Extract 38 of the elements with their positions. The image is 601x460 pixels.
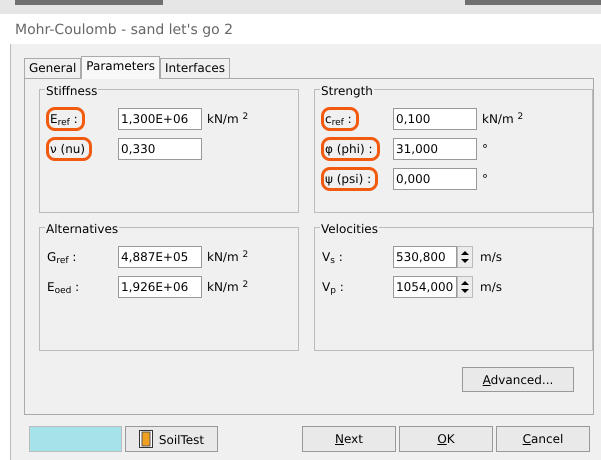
field-label: V$_{p}$ : [321,279,345,296]
input-field[interactable]: 0,330 [118,138,202,160]
unit-label: ° [482,141,488,158]
input-field[interactable]: 1,300E+06 [118,108,202,130]
spin-buttons[interactable] [457,246,473,268]
input-field[interactable]: 0,100 [393,108,477,130]
soiltest-button[interactable]: SoilTest [125,426,218,452]
cancel-button[interactable]: Cancel [496,426,590,452]
spin-buttons[interactable] [457,276,473,298]
field-label: E$_{oed}$ : [46,279,80,296]
field-label: V$_{s}$ : [321,249,344,266]
field-label: c$_{ref}$ : [321,107,359,131]
unit-label: kN/m $^{2}$ [482,110,524,128]
field-label: ψ (psi) : [321,167,378,191]
unit-label: m/s [480,249,502,266]
advanced-button[interactable]: Advanced... [462,367,574,392]
tab[interactable]: Interfaces [160,58,230,78]
next-button[interactable]: Next [302,426,396,452]
field-label: G$_{ref}$ : [46,249,78,266]
tab[interactable]: Parameters [81,56,160,79]
unit-label: ° [482,171,488,188]
input-field[interactable]: 0,000 [393,168,477,190]
unit-label: kN/m $^{2}$ [207,110,248,128]
input-field[interactable]: 1,926E+06 [118,276,202,298]
input-field[interactable]: 31,000 [393,138,477,160]
tab[interactable]: General [24,58,82,78]
color-swatch[interactable] [29,426,122,452]
unit-label: m/s [480,279,502,296]
cylinder-icon [138,430,153,448]
field-label: φ (phi) : [321,137,380,161]
input-field[interactable]: 530,800 [393,246,457,268]
input-field[interactable]: 4,887E+05 [118,246,202,268]
ok-button[interactable]: OK [399,426,493,452]
input-field[interactable]: 1054,000 [393,276,457,298]
unit-label: kN/m $^{2}$ [207,248,248,266]
unit-label: kN/m $^{2}$ [207,278,248,296]
field-label: ν (nu) [46,137,92,161]
field-label: E$_{ref}$ : [46,107,85,131]
